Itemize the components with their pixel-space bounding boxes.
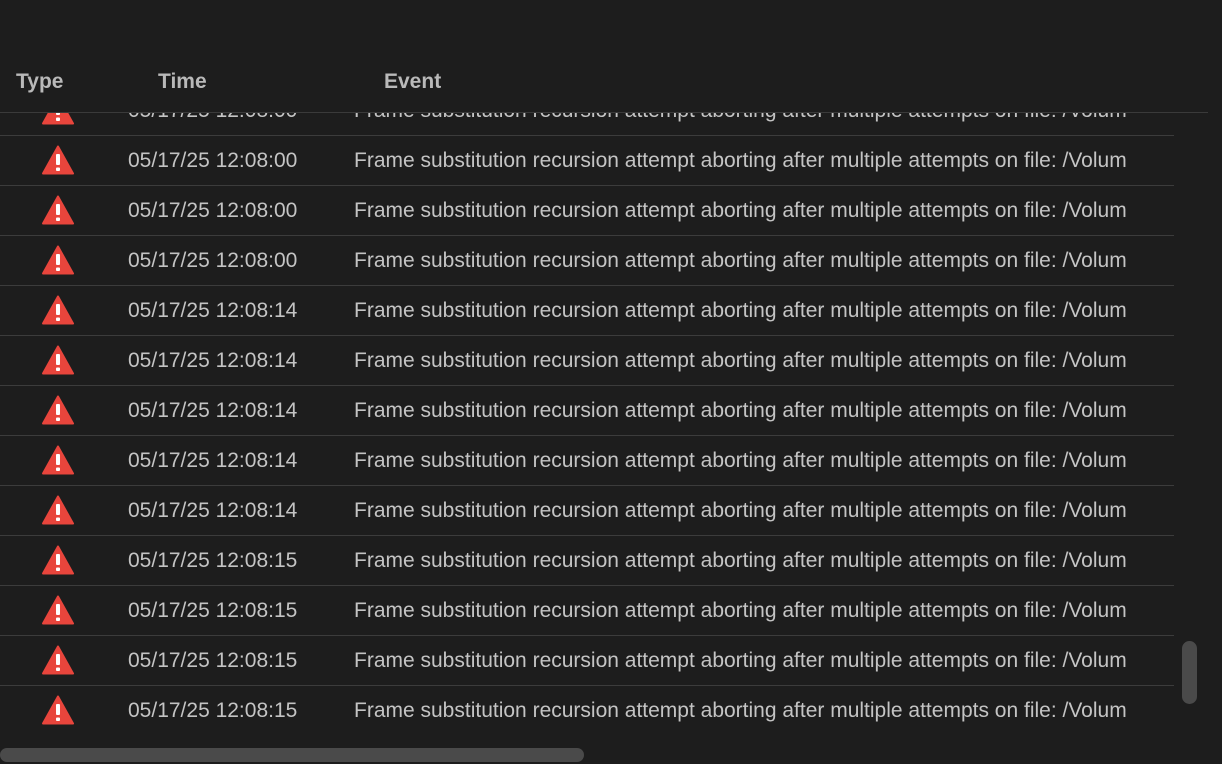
row-time: 05/17/25 12:08:14 — [128, 449, 298, 472]
row-event: Frame substitution recursion attempt abo… — [354, 599, 1127, 622]
row-event: Frame substitution recursion attempt abo… — [354, 549, 1127, 572]
warning-icon — [42, 345, 74, 375]
warning-icon — [42, 445, 74, 475]
table-header: Type Time Event — [0, 58, 1208, 113]
row-time: 05/17/25 12:08:00 — [128, 149, 298, 172]
table-row[interactable]: 05/17/25 12:08:15 Frame substitution rec… — [0, 536, 1174, 586]
warning-icon — [42, 495, 74, 525]
row-event: Frame substitution recursion attempt abo… — [354, 399, 1127, 422]
warning-icon — [42, 145, 74, 175]
warning-icon — [42, 195, 74, 225]
table-row[interactable]: 05/17/25 12:08:14 Frame substitution rec… — [0, 336, 1174, 386]
row-event: Frame substitution recursion attempt abo… — [354, 249, 1127, 272]
table-row[interactable]: 05/17/25 12:08:00 Frame substitution rec… — [0, 113, 1174, 136]
events-list[interactable]: 05/17/25 12:08:00 Frame substitution rec… — [0, 113, 1174, 735]
warning-icon — [42, 595, 74, 625]
row-time: 05/17/25 12:08:15 — [128, 549, 298, 572]
row-time: 05/17/25 12:08:00 — [128, 199, 298, 222]
warning-icon — [42, 645, 74, 675]
row-event: Frame substitution recursion attempt abo… — [354, 113, 1127, 123]
column-header-event[interactable]: Event — [384, 70, 441, 94]
table-row[interactable]: 05/17/25 12:08:00 Frame substitution rec… — [0, 236, 1174, 286]
row-time: 05/17/25 12:08:14 — [128, 399, 298, 422]
column-header-time[interactable]: Time — [158, 70, 207, 94]
row-time: 05/17/25 12:08:14 — [128, 349, 298, 372]
warning-icon — [42, 395, 74, 425]
warning-icon — [42, 245, 74, 275]
row-time: 05/17/25 12:08:15 — [128, 599, 298, 622]
warning-icon — [42, 295, 74, 325]
row-time: 05/17/25 12:08:14 — [128, 299, 298, 322]
row-time: 05/17/25 12:08:15 — [128, 649, 298, 672]
warning-icon — [42, 113, 74, 125]
events-rows: 05/17/25 12:08:00 Frame substitution rec… — [0, 113, 1174, 735]
row-event: Frame substitution recursion attempt abo… — [354, 649, 1127, 672]
table-row[interactable]: 05/17/25 12:08:14 Frame substitution rec… — [0, 386, 1174, 436]
warning-icon — [42, 695, 74, 725]
row-time: 05/17/25 12:08:00 — [128, 249, 298, 272]
row-event: Frame substitution recursion attempt abo… — [354, 299, 1127, 322]
table-row[interactable]: 05/17/25 12:08:15 Frame substitution rec… — [0, 686, 1174, 735]
table-row[interactable]: 05/17/25 12:08:14 Frame substitution rec… — [0, 436, 1174, 486]
vertical-scrollbar-thumb[interactable] — [1182, 641, 1197, 704]
row-event: Frame substitution recursion attempt abo… — [354, 449, 1127, 472]
events-panel: Type Time Event 05/17/25 12:08:00 Frame … — [0, 0, 1222, 764]
column-header-type[interactable]: Type — [16, 70, 63, 94]
row-time: 05/17/25 12:08:14 — [128, 499, 298, 522]
row-event: Frame substitution recursion attempt abo… — [354, 199, 1127, 222]
row-event: Frame substitution recursion attempt abo… — [354, 149, 1127, 172]
row-event: Frame substitution recursion attempt abo… — [354, 699, 1127, 722]
row-time: 05/17/25 12:08:15 — [128, 699, 298, 722]
table-row[interactable]: 05/17/25 12:08:00 Frame substitution rec… — [0, 186, 1174, 236]
table-row[interactable]: 05/17/25 12:08:14 Frame substitution rec… — [0, 286, 1174, 336]
table-row[interactable]: 05/17/25 12:08:15 Frame substitution rec… — [0, 636, 1174, 686]
row-event: Frame substitution recursion attempt abo… — [354, 349, 1127, 372]
table-row[interactable]: 05/17/25 12:08:15 Frame substitution rec… — [0, 586, 1174, 636]
row-event: Frame substitution recursion attempt abo… — [354, 499, 1127, 522]
table-row[interactable]: 05/17/25 12:08:14 Frame substitution rec… — [0, 486, 1174, 536]
horizontal-scrollbar-thumb[interactable] — [0, 748, 584, 762]
table-row[interactable]: 05/17/25 12:08:00 Frame substitution rec… — [0, 136, 1174, 186]
warning-icon — [42, 545, 74, 575]
row-time: 05/17/25 12:08:00 — [128, 113, 297, 123]
